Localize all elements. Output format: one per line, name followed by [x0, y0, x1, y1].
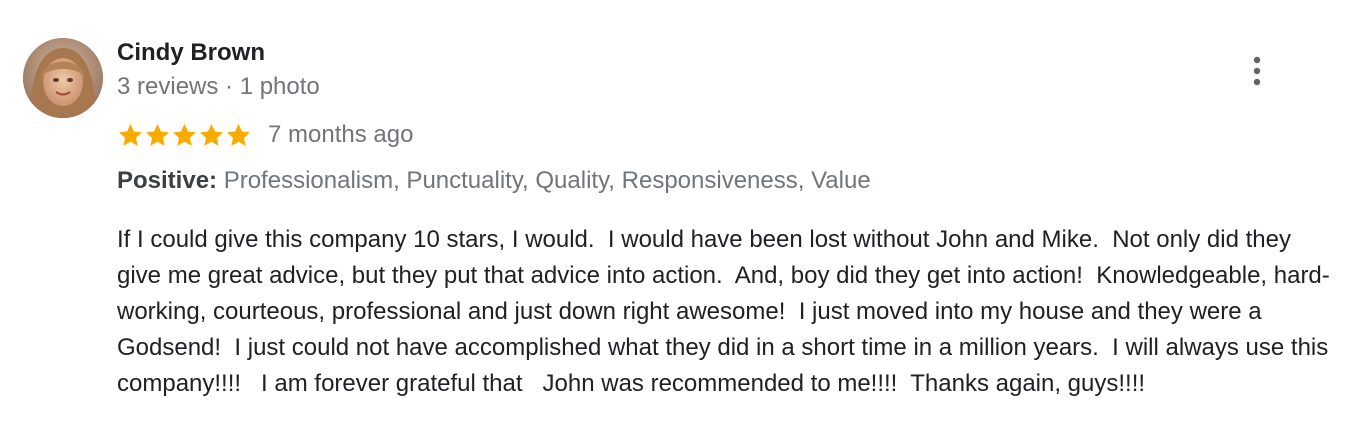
avatar[interactable] [23, 38, 103, 118]
reviewer-name[interactable]: Cindy Brown [117, 38, 265, 68]
star-icon [146, 123, 169, 146]
review-attributes: Positive: Professionalism, Punctuality, … [117, 166, 871, 196]
star-icon [173, 123, 196, 146]
review-age: 7 months ago [268, 121, 414, 148]
star-icon [119, 123, 142, 146]
attributes-label: Positive: [117, 167, 218, 194]
star-icon [200, 123, 223, 146]
review-text: If I could give this company 10 stars, I… [117, 226, 1335, 397]
avatar-photo-icon [23, 38, 103, 118]
more-vert-icon [1253, 56, 1261, 86]
rating-row: 7 months ago [117, 120, 413, 150]
attributes-value: Professionalism, Punctuality, Quality, R… [217, 167, 871, 194]
star-icon [227, 123, 250, 146]
review-card: Cindy Brown 3 reviews · 1 photo 7 months… [0, 0, 1348, 446]
more-options-button[interactable] [1238, 52, 1276, 90]
reviewer-meta[interactable]: 3 reviews · 1 photo [117, 72, 320, 102]
star-rating [117, 122, 252, 149]
